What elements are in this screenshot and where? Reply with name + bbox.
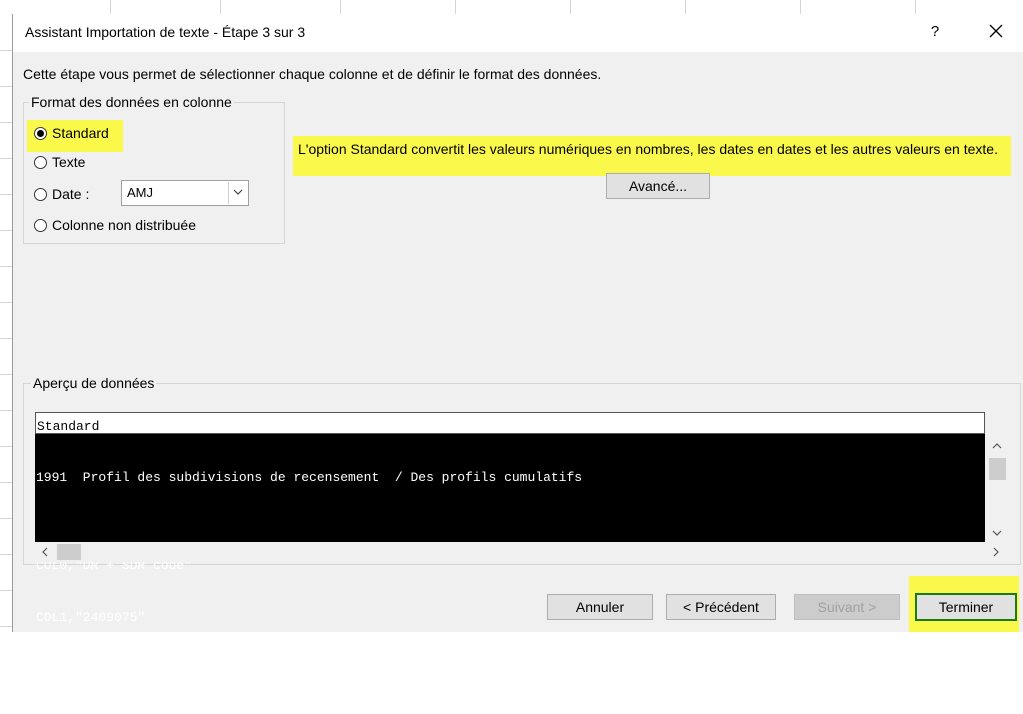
- date-format-value: AMJ: [127, 185, 153, 200]
- radio-date[interactable]: Date :: [34, 186, 89, 202]
- scroll-down-icon[interactable]: [992, 526, 1002, 540]
- scroll-left-icon[interactable]: [41, 546, 48, 560]
- text-import-wizard-dialog: Assistant Importation de texte - Étape 3…: [12, 14, 1023, 678]
- cancel-button[interactable]: Annuler: [547, 594, 653, 620]
- dialog-title: Assistant Importation de texte - Étape 3…: [25, 24, 306, 40]
- spreadsheet-column-strip: [0, 0, 1023, 15]
- chevron-down-icon: [233, 189, 243, 195]
- radio-colonne-non-distribuee-button[interactable]: [34, 218, 47, 232]
- intro-text: Cette étape vous permet de sélectionner …: [23, 66, 602, 82]
- preview-line: 1991 Profil des subdivisions de recensem…: [36, 470, 583, 485]
- next-button[interactable]: Suivant >: [794, 594, 900, 620]
- preview-line: COL2,"2423025": [36, 662, 146, 678]
- radio-colonne-non-distribuee-label: Colonne non distribuée: [52, 217, 196, 233]
- preview-vertical-scrollbar[interactable]: [985, 434, 1009, 542]
- radio-colonne-non-distribuee[interactable]: Colonne non distribuée: [34, 217, 196, 233]
- date-format-select[interactable]: AMJ: [121, 180, 249, 206]
- radio-standard-button[interactable]: [34, 126, 47, 140]
- data-preview-pane[interactable]: Standard 1991 Profil des subdivisions de…: [35, 412, 985, 678]
- format-description: L'option Standard convertit les valeurs …: [298, 141, 998, 157]
- title-bar: Assistant Importation de texte - Étape 3…: [13, 14, 1023, 52]
- finish-button[interactable]: Terminer: [915, 593, 1017, 621]
- radio-date-button[interactable]: [34, 187, 47, 201]
- column-format-group-label: Format des données en colonne: [29, 94, 234, 110]
- preview-lines: 1991 Profil des subdivisions de recensem…: [36, 434, 582, 714]
- radio-standard-label: Standard: [52, 125, 109, 141]
- horizontal-scroll-thumb[interactable]: [57, 544, 81, 560]
- radio-texte[interactable]: Texte: [34, 154, 85, 170]
- preview-column-header[interactable]: Standard: [35, 412, 985, 434]
- previous-button[interactable]: < Précédent: [666, 594, 776, 620]
- scroll-up-icon[interactable]: [992, 438, 1002, 452]
- vertical-scroll-thumb[interactable]: [989, 458, 1006, 480]
- data-preview-label: Aperçu de données: [31, 375, 157, 391]
- radio-texte-label: Texte: [52, 154, 86, 170]
- scroll-right-icon[interactable]: [993, 546, 1000, 560]
- advanced-button[interactable]: Avancé...: [606, 173, 710, 199]
- close-icon: [989, 24, 1003, 38]
- close-button[interactable]: [981, 19, 1011, 45]
- radio-standard[interactable]: Standard: [34, 125, 109, 141]
- radio-texte-button[interactable]: [34, 155, 47, 169]
- preview-line: COL1,"2409075": [36, 610, 146, 625]
- dropdown-arrow[interactable]: [228, 182, 247, 204]
- radio-date-label: Date :: [52, 186, 90, 202]
- preview-horizontal-scrollbar[interactable]: [35, 542, 1009, 562]
- help-button[interactable]: ?: [923, 20, 947, 44]
